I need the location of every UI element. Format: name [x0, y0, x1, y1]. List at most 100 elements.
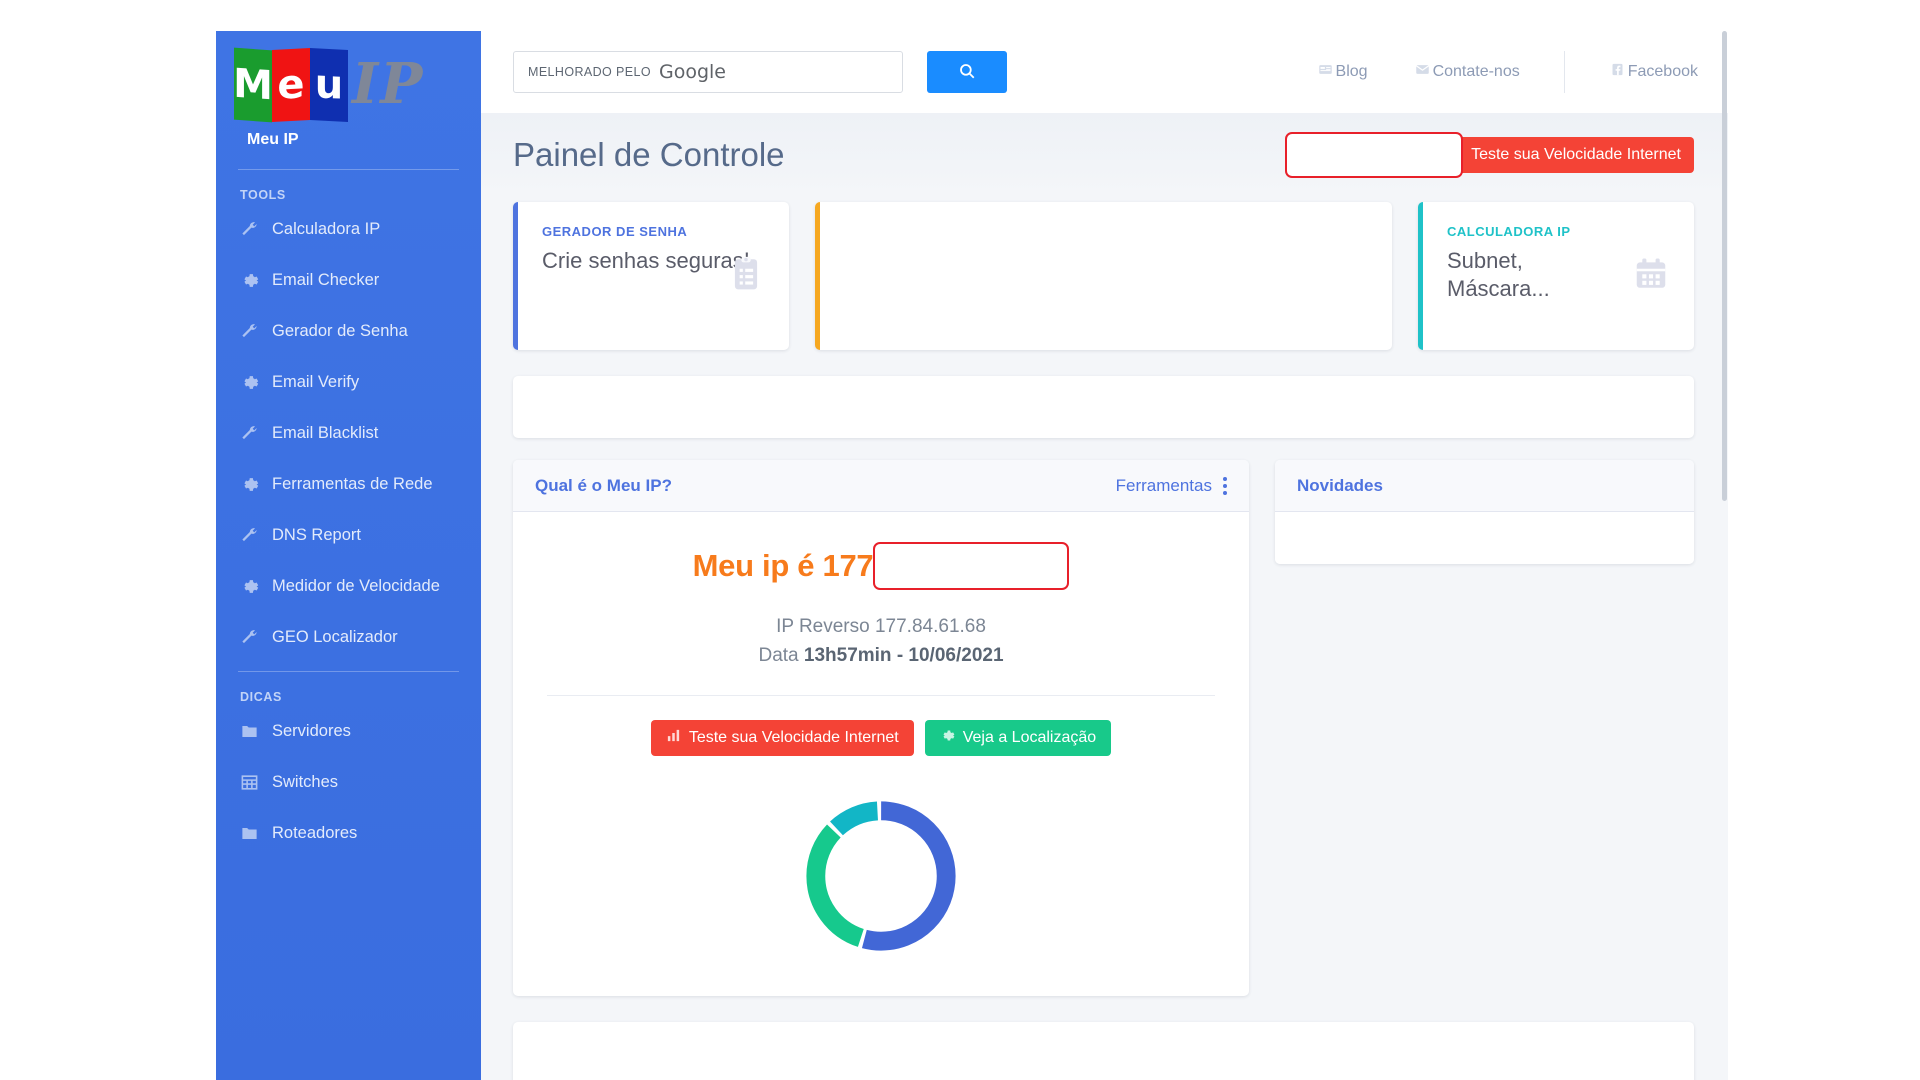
sidebar-item-dns-report[interactable]: DNS Report — [216, 510, 481, 561]
sidebar-item-label: Switches — [272, 773, 339, 792]
gear-icon — [240, 577, 259, 596]
ip-date-label: Data — [758, 645, 799, 666]
tools-menu-label: Ferramentas — [1115, 475, 1212, 495]
page-title: Painel de Controle — [513, 135, 785, 173]
card-gerador-de-senha[interactable]: GERADOR DE SENHA Crie senhas seguras! — [513, 202, 789, 350]
ip-panel: Qual é o Meu IP? Ferramentas Meu ip é 17… — [513, 460, 1249, 996]
ip-headline-row: Meu ip é 177 — [537, 542, 1225, 590]
search-icon — [958, 62, 976, 83]
nav-link-label: Contate-nos — [1432, 63, 1520, 80]
sidebar-item-email-blacklist[interactable]: Email Blacklist — [216, 408, 481, 459]
sidebar-item-meu-ip[interactable]: Meu IP — [216, 125, 481, 166]
wrench-icon — [240, 628, 259, 647]
facebook-icon — [1609, 62, 1626, 82]
ip-date-row: Data 13h57min - 10/06/2021 — [537, 645, 1225, 667]
highlight-box-ip[interactable] — [873, 542, 1070, 590]
search-prefix-label: MELHORADO PELO — [528, 65, 651, 79]
logo-tile-e: e — [272, 48, 310, 122]
sidebar-item-gerador-de-senha[interactable]: Gerador de Senha — [216, 306, 481, 357]
logo-tile-u: u — [310, 48, 348, 122]
speed-test-button[interactable]: Teste sua Velocidade Internet — [650, 720, 914, 756]
sidebar: M e u IP Meu IP TOOLS Calculadora IP Ema… — [216, 31, 481, 1080]
sidebar-item-label: Medidor de Velocidade — [272, 577, 440, 596]
ip-reverse-row: IP Reverso 177.84.61.68 — [537, 616, 1225, 638]
article-icon — [1317, 62, 1334, 82]
ip-divider — [547, 695, 1215, 696]
highlight-box-header[interactable] — [1285, 131, 1464, 178]
location-button[interactable]: Veja a Localização — [924, 720, 1112, 756]
wrench-icon — [240, 526, 259, 545]
ip-reverse-value: 177.84.61.68 — [874, 616, 986, 637]
logo-tile-m: M — [233, 47, 273, 123]
donut-chart-svg — [806, 801, 956, 951]
main-content: MELHORADO PELO Google Blog Contate-nos F… — [481, 31, 1728, 1080]
ip-panel-body: Meu ip é 177 IP Reverso 177.84.61.68 Dat… — [513, 512, 1249, 996]
page-header: Painel de Controle Teste sua Velocidade … — [481, 113, 1728, 196]
folder-icon — [240, 722, 259, 741]
sidebar-heading-tools: TOOLS — [240, 188, 286, 202]
location-button-label: Veja a Localização — [962, 729, 1097, 746]
sidebar-item-label: Gerador de Senha — [272, 322, 408, 341]
speed-test-header-button[interactable]: Teste sua Velocidade Internet — [1445, 136, 1694, 173]
clipboard-list-icon — [727, 255, 765, 298]
sidebar-item-servidores[interactable]: Servidores — [216, 706, 481, 757]
folder-icon — [240, 824, 259, 843]
tools-menu[interactable]: Ferramentas — [1116, 476, 1227, 496]
ip-panel-title: Qual é o Meu IP? — [535, 475, 672, 495]
ip-date-value: 13h57min - 10/06/2021 — [803, 645, 1004, 666]
sidebar-item-email-checker[interactable]: Email Checker — [216, 255, 481, 306]
wrench-icon — [240, 220, 259, 239]
sidebar-item-label: DNS Report — [272, 526, 361, 545]
nav-link-facebook[interactable]: Facebook — [1609, 62, 1698, 82]
ip-reverse-label: IP Reverso — [776, 616, 870, 637]
card-empty[interactable] — [815, 202, 1392, 350]
logo-ip-text: IP — [352, 51, 425, 117]
ip-action-buttons: Teste sua Velocidade Internet Veja a Loc… — [537, 720, 1225, 756]
sidebar-item-email-verify[interactable]: Email Verify — [216, 357, 481, 408]
nav-link-label: Facebook — [1627, 63, 1698, 80]
ip-panel-header: Qual é o Meu IP? Ferramentas — [513, 460, 1249, 512]
gear-icon — [940, 728, 955, 748]
chart-icon — [666, 728, 681, 748]
ip-headline: Meu ip é 177 — [692, 548, 874, 583]
sidebar-item-label: Ferramentas de Rede — [272, 475, 433, 494]
topbar: MELHORADO PELO Google Blog Contate-nos F… — [481, 31, 1728, 113]
sidebar-item-medidor-de-velocidade[interactable]: Medidor de Velocidade — [216, 561, 481, 612]
card-label: GERADOR DE SENHA — [542, 224, 688, 239]
gear-icon — [240, 271, 259, 290]
wrench-icon — [240, 424, 259, 443]
content-scrollbar[interactable] — [1721, 31, 1728, 1080]
logo-tiles: M e u — [233, 47, 348, 123]
sidebar-item-calculadora-ip[interactable]: Calculadora IP — [216, 204, 481, 255]
sidebar-item-label: Email Checker — [272, 271, 380, 290]
sidebar-item-ferramentas-de-rede[interactable]: Ferramentas de Rede — [216, 459, 481, 510]
card-calculadora-ip[interactable]: CALCULADORA IP Subnet, Máscara... — [1418, 202, 1694, 350]
sidebar-item-switches[interactable]: Switches — [216, 757, 481, 808]
sidebar-item-label: Email Verify — [272, 373, 360, 392]
vertical-dots-icon — [1223, 476, 1227, 495]
news-panel-title: Novidades — [1297, 475, 1383, 495]
sidebar-item-label: Roteadores — [272, 824, 358, 843]
sidebar-item-label: Calculadora IP — [272, 220, 381, 239]
nav-link-blog[interactable]: Blog — [1317, 62, 1368, 82]
scrollbar-thumb[interactable] — [1722, 31, 1727, 501]
donut-chart — [537, 790, 1225, 962]
sidebar-item-roteadores[interactable]: Roteadores — [216, 808, 481, 859]
table-icon — [240, 773, 259, 792]
summary-cards: GERADOR DE SENHA Crie senhas seguras! CA… — [481, 196, 1728, 350]
page-header-actions: Teste sua Velocidade Internet — [1285, 131, 1694, 178]
search-button[interactable] — [927, 51, 1007, 93]
ad-strip — [513, 376, 1694, 438]
sidebar-item-label: GEO Localizador — [272, 628, 398, 647]
sidebar-item-geo-localizador[interactable]: GEO Localizador — [216, 612, 481, 663]
search-input[interactable]: MELHORADO PELO Google — [513, 51, 903, 93]
card-label: CALCULADORA IP — [1447, 224, 1571, 239]
brand-logo[interactable]: M e u IP — [216, 31, 481, 125]
news-panel-header: Novidades — [1275, 460, 1694, 512]
app-viewport: M e u IP Meu IP TOOLS Calculadora IP Ema… — [216, 31, 1728, 1080]
speed-test-button-label: Teste sua Velocidade Internet — [688, 729, 899, 746]
sidebar-item-label: Email Blacklist — [272, 424, 379, 443]
nav-link-contate-nos[interactable]: Contate-nos — [1414, 62, 1520, 82]
calendar-icon — [1632, 255, 1670, 298]
topbar-divider — [1563, 51, 1565, 93]
